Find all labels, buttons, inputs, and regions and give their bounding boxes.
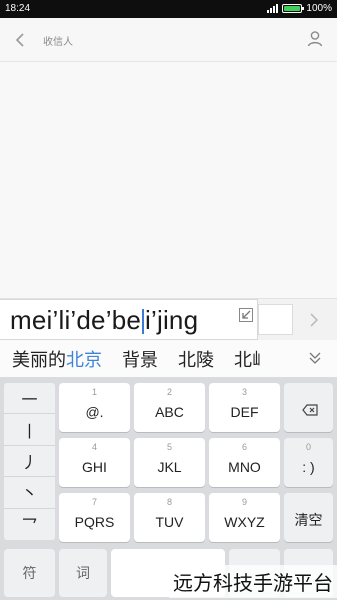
person-icon[interactable] <box>305 29 325 49</box>
words-key[interactable]: 词 <box>59 549 107 597</box>
key-6[interactable]: 6 MNO <box>209 438 280 487</box>
key-number: 3 <box>241 387 247 397</box>
key-4[interactable]: 4 GHI <box>59 438 130 487</box>
text-caret <box>142 309 145 334</box>
expand-candidates-icon[interactable] <box>307 350 323 366</box>
key-5[interactable]: 5 JKL <box>134 438 205 487</box>
key-1[interactable]: 1 @. <box>59 383 130 432</box>
recipient-input[interactable]: 收信人 <box>43 33 73 48</box>
key-number: 9 <box>241 497 247 507</box>
key-label: GHI <box>82 459 107 475</box>
backspace-icon <box>302 401 318 420</box>
key-label: JKL <box>157 459 182 475</box>
candidate-item[interactable]: 北屾 <box>234 346 260 372</box>
stroke-key[interactable]: 丿 <box>4 446 55 478</box>
signal-icon <box>267 4 279 13</box>
key-label: MNO <box>228 459 261 475</box>
candidate-plain-text: 美丽的 <box>12 350 66 371</box>
key-number: 5 <box>166 442 172 452</box>
key-number: 7 <box>91 497 97 507</box>
pinyin-before-caret: mei’li’de’be <box>10 305 142 335</box>
collapse-arrow-icon[interactable] <box>239 308 253 322</box>
back-icon[interactable] <box>10 30 30 50</box>
candidate-highlighted-text: 北京 <box>66 350 102 371</box>
stroke-key[interactable]: 一 <box>4 383 55 415</box>
message-header: 收信人 <box>0 18 337 62</box>
key-label: PQRS <box>74 514 115 530</box>
pinyin-input[interactable]: mei’li’de’be i’jing <box>0 299 258 340</box>
key-label: @. <box>85 404 104 420</box>
candidate-item[interactable]: 美丽的北京 <box>12 346 102 372</box>
candidate-list: 美丽的北京 背景 北陵 北屾 <box>12 346 260 372</box>
stroke-key[interactable]: 丨 <box>4 414 55 446</box>
key-number: 6 <box>241 442 247 452</box>
key-label: ABC <box>155 404 184 420</box>
clear-key[interactable]: 清空 <box>284 493 333 542</box>
key-9[interactable]: 9 WXYZ <box>209 493 280 542</box>
symbols-key[interactable]: 符 <box>4 549 55 597</box>
stroke-column: 一 丨 丿 丶 乛 <box>4 383 55 540</box>
chevron-right-icon[interactable] <box>306 311 322 329</box>
message-body[interactable] <box>0 62 337 298</box>
status-right: 100% <box>267 3 332 14</box>
candidate-item[interactable]: 背景 <box>122 346 158 372</box>
watermark: 远方科技手游平台 <box>169 565 337 598</box>
pinyin-text: mei’li’de’be i’jing <box>10 305 198 336</box>
key-label: 清空 <box>294 513 323 529</box>
key-label: : ) <box>302 459 315 475</box>
status-time: 18:24 <box>5 3 31 14</box>
key-7[interactable]: 7 PQRS <box>59 493 130 542</box>
key-number: 1 <box>91 387 97 397</box>
key-label: TUV <box>155 514 184 530</box>
key-2[interactable]: 2 ABC <box>134 383 205 432</box>
battery-fill <box>284 6 301 11</box>
key-3[interactable]: 3 DEF <box>209 383 280 432</box>
status-bar: 18:24 100% <box>0 0 337 18</box>
backspace-key[interactable] <box>284 383 333 432</box>
candidate-bar: 美丽的北京 背景 北陵 北屾 <box>0 340 337 378</box>
key-number: 0 <box>305 442 311 452</box>
battery-icon <box>282 4 305 13</box>
stroke-key[interactable]: 乛 <box>4 509 55 540</box>
battery-percent: 100% <box>306 3 332 14</box>
send-box[interactable] <box>258 304 293 335</box>
composition-row: mei’li’de’be i’jing <box>0 298 337 340</box>
key-label: WXYZ <box>224 514 265 530</box>
key-number: 8 <box>166 497 172 507</box>
key-0[interactable]: 0 : ) <box>284 438 333 487</box>
key-label: DEF <box>230 404 259 420</box>
key-number: 4 <box>91 442 97 452</box>
stroke-key[interactable]: 丶 <box>4 477 55 509</box>
key-8[interactable]: 8 TUV <box>134 493 205 542</box>
candidate-item[interactable]: 北陵 <box>178 346 214 372</box>
key-number: 2 <box>166 387 172 397</box>
pinyin-after-caret: i’jing <box>145 305 199 335</box>
